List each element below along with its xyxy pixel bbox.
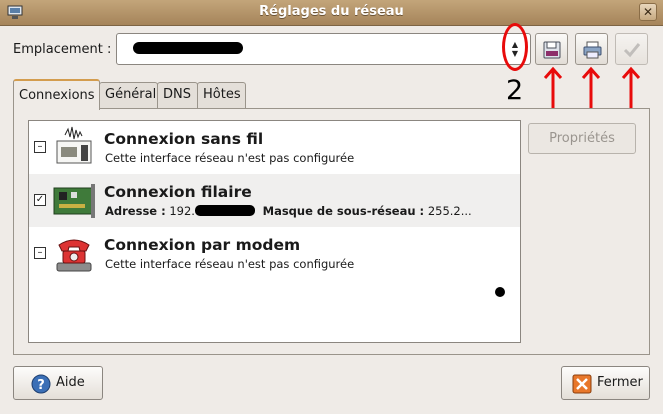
connection-name: Connexion par modem bbox=[104, 236, 301, 254]
annotation-arrow-4 bbox=[581, 66, 601, 110]
connection-address-line: Adresse : 192. Masque de sous-réseau : 2… bbox=[105, 204, 472, 218]
window-close-button[interactable]: ✕ bbox=[639, 3, 657, 21]
close-label: Fermer bbox=[597, 375, 643, 390]
redacted-location-value bbox=[133, 42, 243, 54]
mask-label: Masque de sous-réseau : bbox=[262, 204, 425, 218]
wireless-card-icon bbox=[56, 126, 92, 164]
location-combo[interactable]: ▲ ▼ bbox=[116, 33, 531, 65]
modem-enable-checkbox[interactable]: – bbox=[34, 247, 46, 259]
close-button[interactable]: Fermer bbox=[561, 366, 650, 400]
window-title: Réglages du réseau bbox=[259, 4, 404, 19]
cursor-dot bbox=[495, 287, 505, 297]
title-bar[interactable]: Réglages du réseau ✕ bbox=[0, 0, 663, 26]
tab-hotes[interactable]: Hôtes bbox=[197, 82, 246, 108]
wireless-enable-checkbox[interactable]: – bbox=[34, 141, 46, 153]
checkmark-icon bbox=[623, 43, 641, 58]
floppy-disk-icon bbox=[543, 41, 561, 59]
delete-location-button[interactable] bbox=[575, 33, 608, 65]
tab-dns[interactable]: DNS bbox=[157, 82, 198, 108]
apply-button[interactable] bbox=[615, 33, 648, 65]
connection-list[interactable]: – Connexion sans fil Cette interface rés… bbox=[28, 120, 521, 343]
connection-name: Connexion sans fil bbox=[104, 130, 264, 148]
network-card-icon bbox=[53, 184, 95, 218]
redacted-address bbox=[194, 205, 255, 216]
connection-description: Cette interface réseau n'est pas configu… bbox=[105, 257, 355, 271]
network-settings-window: Réglages du réseau ✕ Emplacement : ▲ ▼ 2 … bbox=[0, 0, 663, 414]
help-button[interactable]: ? Aide bbox=[13, 366, 103, 400]
tab-general[interactable]: Général bbox=[99, 82, 158, 108]
connection-name: Connexion filaire bbox=[104, 183, 252, 201]
address-value: 192. bbox=[169, 204, 195, 218]
properties-label: Propriétés bbox=[549, 131, 615, 146]
connection-row-modem[interactable]: – Connexion par modem Cette interface ré… bbox=[29, 227, 520, 280]
annotation-arrow-3 bbox=[621, 66, 641, 110]
printer-icon bbox=[583, 41, 602, 59]
tab-connexions[interactable]: Connexions bbox=[13, 79, 100, 110]
annotation-number-2: 2 bbox=[506, 75, 524, 106]
annotation-circle bbox=[502, 23, 528, 71]
svg-text:?: ? bbox=[37, 378, 45, 393]
telephone-modem-icon bbox=[56, 239, 92, 272]
wired-enable-checkbox[interactable]: ✓ bbox=[34, 194, 46, 206]
address-label: Adresse : bbox=[105, 204, 166, 218]
close-icon bbox=[572, 374, 592, 394]
connection-row-wired[interactable]: ✓ Connexion filaire Adresse : 192. Masqu… bbox=[29, 174, 520, 227]
connection-description: Cette interface réseau n'est pas configu… bbox=[105, 151, 355, 165]
save-location-button[interactable] bbox=[535, 33, 568, 65]
location-label: Emplacement : bbox=[13, 42, 112, 57]
connection-row-wireless[interactable]: – Connexion sans fil Cette interface rés… bbox=[29, 121, 520, 174]
mask-value: 255.2... bbox=[427, 204, 472, 218]
help-label: Aide bbox=[56, 375, 85, 390]
annotation-arrow-1 bbox=[543, 66, 563, 110]
properties-button[interactable]: Propriétés bbox=[528, 123, 636, 154]
help-icon: ? bbox=[31, 374, 51, 394]
